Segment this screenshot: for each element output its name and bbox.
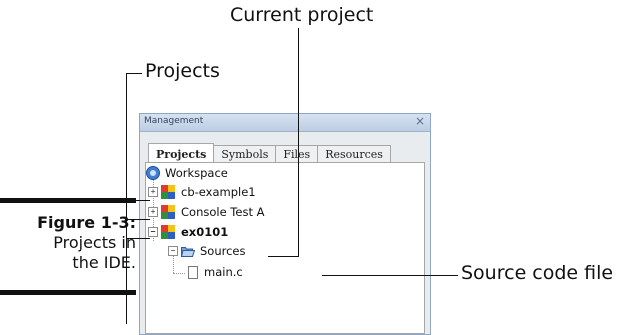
projects-leader-h xyxy=(126,73,142,74)
tab-projects[interactable]: Projects xyxy=(148,143,215,163)
panel-titlebar: Management × xyxy=(140,114,430,132)
project-label: cb-example1 xyxy=(181,185,256,199)
tree-item-file[interactable]: main.c xyxy=(188,264,243,280)
figure-label: Figure 1-3: xyxy=(37,213,136,232)
figure-caption-line1: Projects in xyxy=(53,233,136,252)
figure-caption-line2: the IDE. xyxy=(72,253,136,272)
tree-item-project[interactable]: + Console Test A xyxy=(148,204,264,220)
panel-title: Management xyxy=(144,116,204,126)
source-code-file-callout: Source code file xyxy=(461,262,614,284)
project-tree: Workspace + cb-example1 + Console Test A… xyxy=(145,162,425,334)
tree-item-folder[interactable]: − Sources xyxy=(168,243,246,259)
tree-item-workspace[interactable]: Workspace xyxy=(146,165,228,181)
folder-open-icon xyxy=(180,246,196,257)
current-project-callout: Current project xyxy=(230,4,374,26)
caption-top-bar xyxy=(0,198,136,203)
panel-tabs: Projects Symbols Files Resources xyxy=(148,143,391,163)
projects-tick-2 xyxy=(126,219,150,220)
source-file-leader xyxy=(322,275,458,276)
current-project-leader-h xyxy=(268,256,299,257)
figure-caption: Figure 1-3: Projects in the IDE. xyxy=(0,213,136,273)
expand-icon[interactable]: + xyxy=(148,207,158,217)
project-label: ex0101 xyxy=(181,225,229,239)
file-icon xyxy=(188,265,198,279)
tab-symbols[interactable]: Symbols xyxy=(213,145,277,163)
current-project-leader xyxy=(298,28,299,257)
tab-files[interactable]: Files xyxy=(275,145,319,163)
tree-item-current-project[interactable]: − ex0101 xyxy=(148,224,228,240)
projects-callout: Projects xyxy=(145,60,220,82)
file-label: main.c xyxy=(204,265,243,279)
projects-tick-3 xyxy=(126,238,150,239)
expand-icon[interactable]: + xyxy=(148,187,158,197)
close-icon[interactable]: × xyxy=(415,114,425,128)
workspace-label: Workspace xyxy=(165,166,228,180)
collapse-icon[interactable]: − xyxy=(148,227,158,237)
tab-resources[interactable]: Resources xyxy=(317,145,391,163)
management-panel: Management × Projects Symbols Files Reso… xyxy=(139,113,431,335)
project-icon xyxy=(161,205,175,219)
caption-bottom-bar xyxy=(0,290,136,295)
folder-label: Sources xyxy=(200,244,246,258)
project-label: Console Test A xyxy=(181,205,265,219)
project-icon xyxy=(161,185,175,199)
projects-bracket xyxy=(126,73,127,324)
collapse-icon[interactable]: − xyxy=(168,246,178,256)
workspace-icon xyxy=(146,166,160,180)
project-icon xyxy=(161,225,175,239)
tree-item-project[interactable]: + cb-example1 xyxy=(148,184,256,200)
projects-tick-1 xyxy=(126,200,150,201)
